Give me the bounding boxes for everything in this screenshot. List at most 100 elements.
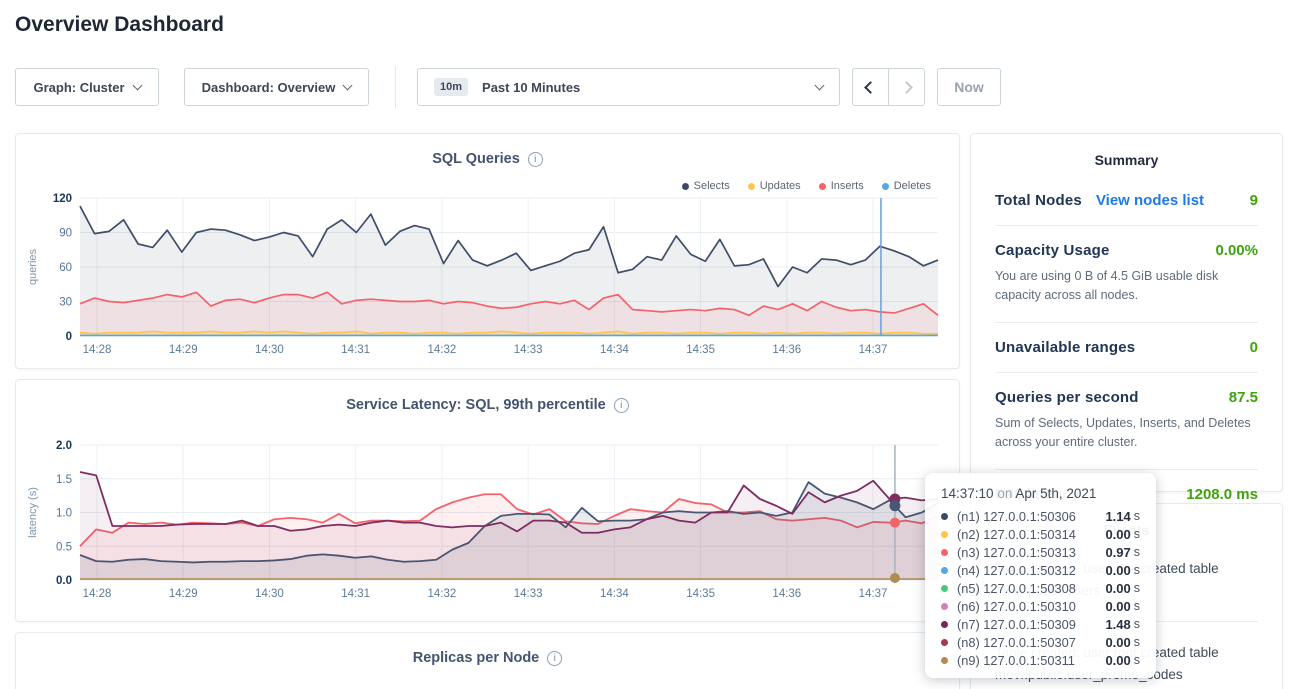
service-latency-chart[interactable]: 14:2814:2914:3014:3114:3214:3314:3414:35… [16, 436, 959, 621]
chevron-down-icon [815, 80, 825, 90]
service-latency-title: Service Latency: SQL, 99th percentile [346, 397, 606, 413]
dashboard-label: Dashboard: Overview [202, 80, 336, 95]
unavailable-ranges-value: 0 [1250, 339, 1258, 356]
svg-text:14:37: 14:37 [859, 344, 888, 356]
dashboard-dropdown[interactable]: Dashboard: Overview [184, 68, 369, 106]
svg-text:14:35: 14:35 [686, 344, 715, 356]
tooltip-node-row: (n8) 127.0.0.1:503070.00s [941, 633, 1140, 651]
unavailable-ranges-label: Unavailable ranges [995, 339, 1135, 356]
replicas-per-node-card: Replicas per Node i [15, 632, 960, 689]
svg-text:queries: queries [27, 248, 39, 285]
divider [995, 372, 1258, 373]
node-latency-unit: s [1134, 617, 1140, 631]
node-latency-value: 0.00 [1105, 581, 1130, 596]
node-latency-value: 0.00 [1105, 563, 1130, 578]
tooltip-time: 14:37:10 [941, 486, 994, 501]
tooltip-node-row: (n5) 127.0.0.1:503080.00s [941, 579, 1140, 597]
overview-dashboard-page: Overview Dashboard Graph: Cluster Dashbo… [0, 0, 1290, 689]
unavailable-ranges-row: Unavailable ranges 0 [995, 339, 1258, 356]
node-series-dot-icon [941, 567, 948, 574]
updates-dot-icon [748, 183, 755, 190]
tooltip-node-rows: (n1) 127.0.0.1:503061.14s(n2) 127.0.0.1:… [941, 507, 1140, 669]
node-address-label: (n6) 127.0.0.1:50310 [957, 599, 1076, 614]
node-series-dot-icon [941, 621, 948, 628]
svg-text:14:34: 14:34 [600, 588, 629, 600]
tooltip-node-row: (n3) 127.0.0.1:503130.97s [941, 543, 1140, 561]
sql-queries-title-row: SQL Queries i [16, 151, 959, 167]
svg-text:14:36: 14:36 [772, 588, 801, 600]
node-series-dot-icon [941, 549, 948, 556]
divider [995, 322, 1258, 323]
graph-scope-dropdown[interactable]: Graph: Cluster [15, 68, 159, 106]
time-range-badge: 10m [434, 78, 468, 96]
tooltip-node-row: (n4) 127.0.0.1:503120.00s [941, 561, 1140, 579]
node-latency-unit: s [1134, 599, 1140, 613]
sql-queries-card: SQL Queries i Selects Updates Inserts De… [15, 133, 960, 369]
time-next-button[interactable] [888, 68, 925, 106]
chevron-right-icon [900, 81, 913, 94]
svg-text:14:29: 14:29 [169, 588, 198, 600]
toolbar-divider [395, 66, 396, 108]
view-nodes-list-link[interactable]: View nodes list [1096, 192, 1204, 209]
tooltip-on: on [994, 486, 1016, 501]
node-address-label: (n4) 127.0.0.1:50312 [957, 563, 1076, 578]
total-nodes-value: 9 [1250, 192, 1258, 209]
chevron-down-icon [343, 80, 353, 90]
summary-title: Summary [995, 152, 1258, 168]
replicas-title: Replicas per Node [413, 650, 540, 666]
graph-scope-label: Graph: Cluster [33, 80, 124, 95]
info-icon[interactable]: i [528, 152, 543, 167]
node-latency-unit: s [1134, 509, 1140, 523]
service-latency-title-row: Service Latency: SQL, 99th percentile i [16, 397, 959, 413]
deletes-dot-icon [882, 183, 889, 190]
tooltip-node-row: (n1) 127.0.0.1:503061.14s [941, 507, 1140, 525]
tooltip-date: Apr 5th, 2021 [1015, 486, 1096, 501]
svg-text:1.5: 1.5 [56, 474, 72, 486]
now-button-label: Now [954, 79, 984, 95]
node-series-dot-icon [941, 603, 948, 610]
capacity-usage-value: 0.00% [1215, 242, 1258, 259]
svg-text:14:37: 14:37 [859, 588, 888, 600]
node-latency-unit: s [1134, 635, 1140, 649]
node-series-dot-icon [941, 531, 948, 538]
svg-text:14:36: 14:36 [772, 344, 801, 356]
chart-hover-tooltip: 14:37:10 on Apr 5th, 2021 (n1) 127.0.0.1… [925, 473, 1156, 678]
info-icon[interactable]: i [547, 651, 562, 666]
sql-queries-title: SQL Queries [432, 151, 520, 167]
queries-per-second-label: Queries per second [995, 389, 1139, 406]
svg-text:14:32: 14:32 [428, 588, 457, 600]
replicas-title-row: Replicas per Node i [16, 650, 959, 666]
service-latency-card: Service Latency: SQL, 99th percentile i … [15, 379, 960, 622]
now-button[interactable]: Now [937, 68, 1001, 106]
chevron-down-icon [132, 80, 142, 90]
capacity-usage-label: Capacity Usage [995, 242, 1110, 259]
sql-queries-chart[interactable]: 14:2814:2914:3014:3114:3214:3314:3414:35… [16, 190, 959, 375]
tooltip-node-row: (n6) 127.0.0.1:50310 0.00 s [941, 597, 1140, 615]
svg-text:14:33: 14:33 [514, 344, 543, 356]
tooltip-node-row: (n9) 127.0.0.1:503110.00s [941, 651, 1140, 669]
svg-text:14:35: 14:35 [686, 588, 715, 600]
node-series-dot-icon [941, 639, 948, 646]
svg-text:14:29: 14:29 [169, 344, 198, 356]
svg-text:latency (s): latency (s) [27, 487, 39, 538]
svg-text:14:32: 14:32 [428, 344, 457, 356]
svg-text:14:31: 14:31 [341, 588, 370, 600]
node-address-label: (n1) 127.0.0.1:50306 [957, 509, 1076, 524]
node-latency-value: 1.48 [1105, 617, 1130, 632]
node-series-dot-icon [941, 513, 948, 520]
queries-per-second-value: 87.5 [1229, 389, 1258, 406]
total-nodes-label: Total Nodes [995, 192, 1082, 209]
node-latency-unit: s [1134, 527, 1140, 541]
svg-text:0.5: 0.5 [56, 541, 72, 553]
svg-text:120: 120 [53, 193, 72, 205]
node-address-label: (n9) 127.0.0.1:50311 [957, 653, 1075, 668]
node-latency-value: 0.00 [1105, 599, 1130, 614]
capacity-usage-row: Capacity Usage 0.00% [995, 242, 1258, 259]
selects-dot-icon [682, 183, 689, 190]
time-range-selector[interactable]: 10m Past 10 Minutes [417, 68, 840, 106]
info-icon[interactable]: i [614, 398, 629, 413]
node-series-dot-icon [941, 657, 948, 664]
time-prev-button[interactable] [852, 68, 889, 106]
svg-text:14:28: 14:28 [83, 344, 112, 356]
svg-text:14:34: 14:34 [600, 344, 629, 356]
